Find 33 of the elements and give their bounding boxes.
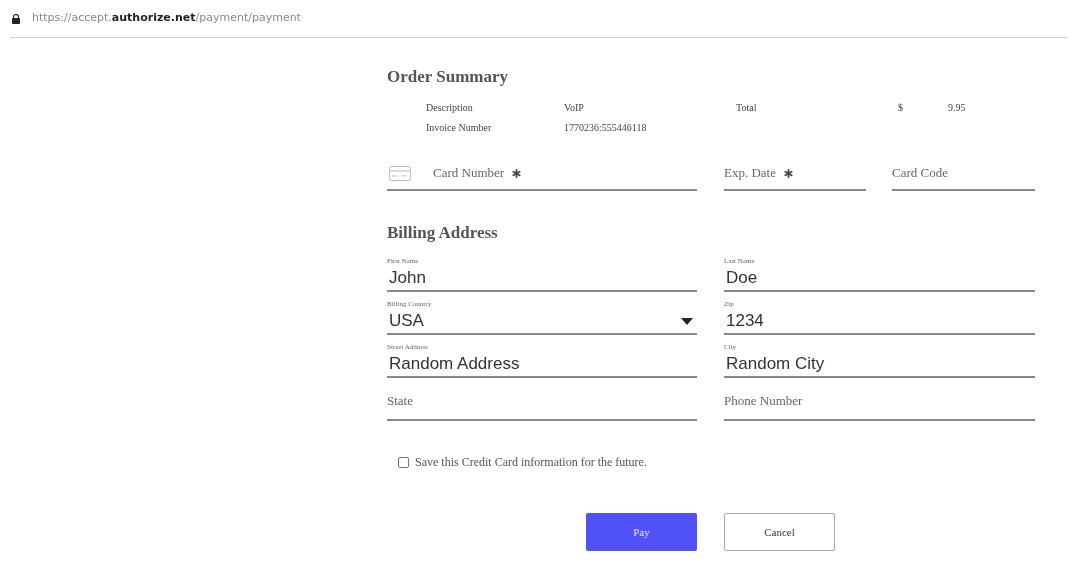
input-field[interactable]: State: [387, 378, 697, 421]
field-placeholder: Card Code: [892, 164, 948, 183]
input-field[interactable]: Card Number: [387, 157, 697, 191]
pay-button[interactable]: Pay: [586, 513, 697, 551]
summary-value: 1770236:555446118: [564, 120, 648, 135]
url-text[interactable]: https://accept.authorize.net/payment/payment: [32, 10, 301, 27]
checkbox[interactable]: [398, 456, 409, 468]
summary-label: Invoice Number: [426, 120, 493, 135]
input-field[interactable]: Card Code: [892, 157, 1035, 191]
field-placeholder: Phone Number: [724, 392, 803, 410]
cancel-button[interactable]: Cancel: [724, 513, 835, 551]
summary-label: Total: [736, 100, 758, 115]
lock-icon: [12, 13, 20, 24]
field-value: Random Address: [388, 353, 520, 375]
input-field[interactable]: Phone Number: [724, 378, 1035, 421]
field-value: 1234: [725, 310, 764, 332]
field-value: USA: [388, 310, 424, 332]
section-title: Billing Address: [387, 222, 499, 244]
checkbox-label: Save this Credit Card information for the future.: [415, 454, 647, 471]
summary-total: 9.95: [948, 100, 966, 115]
currency-symbol: $: [898, 100, 904, 115]
credit-card-icon: [389, 165, 411, 181]
input-field[interactable]: Exp. Date: [724, 157, 866, 191]
field-placeholder: Card Number: [433, 164, 505, 183]
dropdown-caret-icon: [681, 317, 693, 325]
field-value: Random City: [725, 353, 825, 375]
field-value: John: [388, 267, 426, 289]
summary-value: VoIP: [564, 100, 585, 115]
field-value: Doe: [725, 267, 758, 289]
summary-label: Description: [426, 100, 474, 115]
field-placeholder: State: [387, 392, 413, 410]
section-title: Order Summary: [387, 66, 510, 88]
field-placeholder: Exp. Date: [724, 164, 776, 183]
